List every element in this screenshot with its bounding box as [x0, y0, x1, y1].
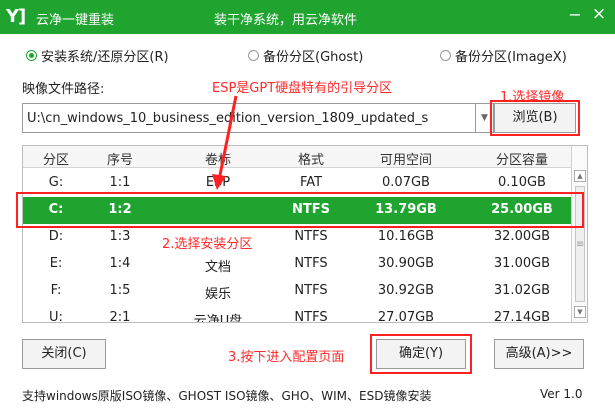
status-footer: 支持windows原版ISO镜像、GHOST ISO镜像、GHO、WIM、ESD… — [0, 382, 615, 409]
radio-backup-ghost[interactable]: 备份分区(Ghost) — [248, 46, 363, 65]
cell-format: NTFS — [292, 202, 330, 217]
table-header: 分区 序号 卷标 格式 可用空间 分区容量 — [23, 146, 571, 168]
cell-size: 31.02GB — [493, 283, 551, 298]
cell-label: 云净U盘 — [193, 314, 243, 323]
table-row[interactable]: D: 1:3 NTFS 10.16GB 32.00GB — [23, 224, 571, 251]
confirm-button[interactable]: 确定(Y) — [376, 339, 466, 369]
table-row[interactable]: U: 2:1 云净U盘 NTFS 27.07GB 27.14GB — [23, 305, 571, 323]
esp-annotation: ESP是GPT硬盘特有的引导分区 — [212, 81, 393, 96]
cell-index: 1:2 — [108, 202, 132, 217]
scroll-thumb[interactable]: ≡ — [575, 186, 585, 302]
version-label: Ver 1.0 — [540, 387, 583, 401]
radio-unselected-icon — [248, 50, 259, 61]
image-path-label: 映像文件路径: — [22, 82, 105, 97]
cell-index: 1:4 — [109, 256, 131, 271]
cell-size: 31.00GB — [493, 256, 551, 271]
radio-unselected-icon — [440, 50, 451, 61]
cell-format: NTFS — [294, 310, 328, 323]
app-logo-icon: Y] — [6, 6, 26, 27]
cell-free: 10.16GB — [377, 229, 435, 244]
cell-format: FAT — [299, 175, 323, 190]
cell-drive: D: — [48, 229, 64, 244]
table-row[interactable]: E: 1:4 文档 NTFS 30.90GB 31.00GB — [23, 251, 571, 278]
column-header: 卷标 — [204, 153, 231, 168]
close-window-button[interactable]: × — [590, 4, 608, 24]
cell-drive: E: — [49, 256, 63, 271]
cell-drive: U: — [49, 310, 63, 323]
column-header: 可用空间 — [379, 153, 432, 168]
close-button[interactable]: 关闭(C) — [22, 339, 106, 369]
cell-format: NTFS — [294, 283, 328, 298]
app-slogan: 装干净系统，用云净软件 — [214, 13, 358, 28]
table-scrollbar[interactable]: ▲ ≡ ▼ — [571, 146, 587, 322]
step3-annotation: 3.按下进入配置页面 — [228, 350, 345, 365]
cell-size: 0.10GB — [498, 175, 546, 190]
table-row-selected[interactable]: C: 1:2 NTFS 13.79GB 25.00GB — [23, 197, 571, 224]
cell-drive: F: — [50, 283, 62, 298]
cell-free: 30.92GB — [377, 283, 435, 298]
image-path-input[interactable] — [22, 103, 476, 133]
cell-size: 27.14GB — [493, 310, 551, 323]
radio-backup-imagex[interactable]: 备份分区(ImageX) — [440, 46, 567, 65]
radio-selected-icon — [26, 50, 37, 61]
scroll-up-icon[interactable]: ▲ — [574, 170, 586, 182]
scroll-down-icon[interactable]: ▼ — [574, 306, 586, 318]
partition-table: 分区 序号 卷标 格式 可用空间 分区容量 G: 1:1 ESP FAT 0.0… — [22, 145, 588, 323]
cell-format: NTFS — [294, 229, 328, 244]
cell-label: ESP — [205, 175, 231, 190]
cell-index: 1:1 — [109, 175, 131, 190]
column-header: 序号 — [106, 153, 133, 168]
radio-label: 安装系统/还原分区(R) — [41, 50, 169, 65]
cell-drive: C: — [48, 202, 64, 217]
app-title: 云净一键重装 — [36, 13, 115, 28]
cell-label: 文档 — [204, 260, 231, 275]
column-header: 分区 — [42, 153, 69, 168]
cell-index: 1:3 — [109, 229, 131, 244]
cell-free: 30.90GB — [377, 256, 435, 271]
cell-free: 0.07GB — [382, 175, 430, 190]
advanced-button[interactable]: 高级(A)>> — [494, 339, 584, 369]
cell-size: 25.00GB — [491, 202, 553, 217]
cell-label: 娱乐 — [204, 287, 231, 302]
cell-size: 32.00GB — [493, 229, 551, 244]
cell-free: 13.79GB — [375, 202, 437, 217]
mode-selector: 安装系统/还原分区(R) 备份分区(Ghost) 备份分区(ImageX) — [0, 46, 615, 66]
cell-index: 1:5 — [109, 283, 131, 298]
column-header: 分区容量 — [495, 153, 548, 168]
title-bar: Y] 云净一键重装 装干净系统，用云净软件 − × — [0, 0, 615, 34]
radio-install-restore[interactable]: 安装系统/还原分区(R) — [26, 46, 169, 65]
table-row[interactable]: G: 1:1 ESP FAT 0.07GB 0.10GB — [23, 170, 571, 197]
chevron-down-icon[interactable]: ▼ — [476, 103, 494, 133]
minimize-button[interactable]: − — [566, 5, 584, 24]
cell-drive: G: — [48, 175, 64, 190]
table-row[interactable]: F: 1:5 娱乐 NTFS 30.92GB 31.02GB — [23, 278, 571, 305]
cell-index: 2:1 — [109, 310, 131, 323]
step2-annotation: 2.选择安装分区 — [162, 237, 253, 252]
cell-free: 27.07GB — [377, 310, 435, 323]
column-header: 格式 — [297, 153, 324, 168]
cell-format: NTFS — [294, 256, 328, 271]
radio-label: 备份分区(ImageX) — [455, 50, 567, 65]
supported-formats-text: 支持windows原版ISO镜像、GHOST ISO镜像、GHO、WIM、ESD… — [22, 389, 432, 403]
radio-label: 备份分区(Ghost) — [263, 50, 364, 65]
browse-button[interactable]: 浏览(B) — [494, 103, 576, 133]
